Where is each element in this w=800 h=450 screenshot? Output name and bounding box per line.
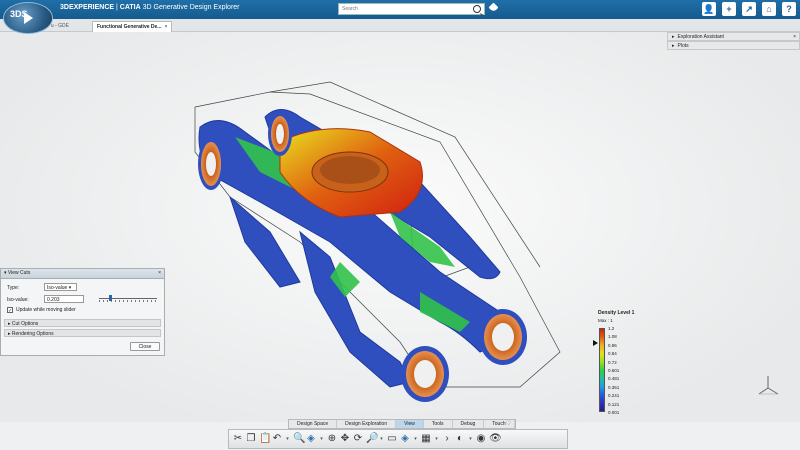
cube-view-icon[interactable]: ◈ bbox=[306, 433, 316, 445]
favorite-icon[interactable]: ♡ bbox=[506, 420, 511, 427]
generative-part-model[interactable] bbox=[0, 32, 800, 422]
dropdown-icon[interactable]: ▾ bbox=[285, 433, 290, 445]
density-color-scale bbox=[599, 328, 605, 412]
home-icon[interactable]: ⌂ bbox=[762, 2, 776, 16]
user-icon[interactable]: 👤 bbox=[702, 2, 716, 16]
legend-label: 0.72 bbox=[608, 359, 617, 365]
legend-label: 0.121 bbox=[608, 401, 620, 407]
type-label: Type: bbox=[7, 285, 20, 291]
dropdown-icon[interactable]: ▾ bbox=[319, 433, 324, 445]
view-cuts-header[interactable]: ▾ View Cuts × bbox=[1, 269, 164, 279]
type-value: Iso-value bbox=[47, 285, 68, 291]
dropdown-icon[interactable]: ▾ bbox=[468, 433, 473, 445]
more-icon[interactable]: › bbox=[442, 433, 452, 445]
zoom-icon[interactable]: 🔍 bbox=[293, 433, 305, 445]
pan-icon[interactable]: ✥ bbox=[340, 433, 350, 445]
cut-icon[interactable]: ✂ bbox=[233, 433, 243, 445]
brand-label: 3DEXPERIENCE bbox=[60, 4, 115, 11]
legend-pointer-icon[interactable] bbox=[593, 340, 598, 346]
undo-icon[interactable]: ↶ bbox=[272, 433, 282, 445]
close-tab-icon[interactable]: × bbox=[164, 24, 167, 30]
compass-button[interactable]: 3DS bbox=[3, 2, 53, 34]
view-cuts-panel: ▾ View Cuts × Type: Iso-value ▾ Iso-valu… bbox=[0, 268, 165, 356]
dropdown-icon[interactable]: ▾ bbox=[379, 433, 384, 445]
chevron-down-icon: ▾ bbox=[68, 285, 72, 291]
panel-label: Plots bbox=[677, 43, 689, 49]
legend-label: 0.84 bbox=[608, 351, 617, 357]
tab-tools[interactable]: Tools bbox=[424, 420, 453, 428]
update-checkbox[interactable]: ✓ bbox=[7, 307, 13, 314]
legend-label: 0.241 bbox=[608, 393, 620, 399]
dropdown-icon[interactable]: ▾ bbox=[434, 433, 439, 445]
legend-label: 0.96 bbox=[608, 342, 617, 348]
slider-ticks bbox=[99, 300, 157, 302]
top-bar: 3DEXPERIENCE | CATIA 3D Generative Desig… bbox=[0, 0, 800, 19]
iso-value-slider[interactable] bbox=[99, 295, 157, 302]
iso-view-icon[interactable]: ◈ bbox=[400, 433, 410, 445]
legend-label: 1.2 bbox=[608, 326, 615, 331]
plots-panel[interactable]: ▸ Plots bbox=[667, 41, 800, 50]
panel-label: Exploration Assistant bbox=[677, 34, 724, 40]
tab-functional-generative-design[interactable]: Functional Generative De... × bbox=[92, 21, 173, 32]
cut-options-section[interactable]: ▸ Cut Options bbox=[4, 319, 161, 327]
tab-design-exploration[interactable]: Design Exploration bbox=[337, 420, 397, 428]
rotate-icon[interactable]: ⟳ bbox=[353, 433, 363, 445]
close-icon[interactable]: × bbox=[158, 269, 161, 278]
view-cuts-title: View Cuts bbox=[7, 270, 31, 276]
iso-value-label: Iso-value: bbox=[7, 297, 29, 303]
search-box[interactable] bbox=[338, 3, 485, 15]
collapse-icon[interactable]: ▾ bbox=[4, 270, 7, 276]
visibility-icon[interactable]: ◉ bbox=[476, 433, 486, 445]
slider-thumb[interactable] bbox=[109, 295, 112, 301]
legend-label: 0.481 bbox=[608, 376, 620, 382]
exploration-assistant-panel[interactable]: ▸ Exploration Assistant × bbox=[667, 32, 800, 41]
render-style-icon[interactable]: ▦ bbox=[421, 433, 431, 445]
axis-triad-icon[interactable] bbox=[756, 372, 786, 402]
search-input[interactable] bbox=[339, 4, 475, 14]
copy-icon[interactable]: ❐ bbox=[246, 433, 256, 445]
search-icon[interactable] bbox=[473, 5, 481, 13]
action-bar-tabs: Design Space Design Exploration View Tools D… bbox=[288, 419, 516, 429]
top-icon-group: 👤 + ↗ ⌂ ? bbox=[702, 2, 796, 16]
paste-icon[interactable]: 📋 bbox=[259, 433, 271, 445]
zoom-area-icon[interactable]: 🔎 bbox=[366, 433, 378, 445]
update-label: Update while moving slider bbox=[16, 307, 76, 313]
legend-max: Max : 1 bbox=[598, 318, 613, 323]
normal-view-icon[interactable]: ▭ bbox=[387, 433, 397, 445]
help-icon[interactable]: ? bbox=[782, 2, 796, 16]
legend-label: 0.361 bbox=[608, 384, 620, 390]
iso-value-input[interactable]: 0.203 bbox=[44, 295, 84, 303]
section-label: Cut Options bbox=[11, 321, 39, 327]
swap-visible-icon[interactable]: 👁 bbox=[489, 433, 502, 445]
hide-show-icon[interactable]: ◐ bbox=[455, 433, 465, 445]
share-icon[interactable]: ↗ bbox=[742, 2, 756, 16]
expand-icon[interactable]: ▸ bbox=[672, 42, 675, 51]
app-name-label: 3D Generative Design Explorer bbox=[140, 4, 240, 11]
expand-icon: ▸ bbox=[8, 321, 11, 327]
rendering-options-section[interactable]: ▸ Rendering Options bbox=[4, 329, 161, 337]
3d-viewport[interactable] bbox=[0, 32, 800, 422]
tab-label: Functional Generative De... bbox=[97, 24, 162, 30]
legend-title: Density Level 1 bbox=[598, 310, 635, 316]
product-label: CATIA bbox=[119, 4, 141, 11]
section-label: Rendering Options bbox=[11, 331, 54, 337]
target-icon[interactable]: ⊕ bbox=[327, 433, 337, 445]
play-icon bbox=[24, 12, 33, 24]
dropdown-icon[interactable]: ▾ bbox=[413, 433, 418, 445]
document-tabs: b l e u - GDE Functional Generative De..… bbox=[0, 19, 800, 32]
tag-icon[interactable] bbox=[488, 2, 499, 13]
close-button[interactable]: Close bbox=[130, 342, 160, 351]
tab-debug[interactable]: Debug bbox=[453, 420, 485, 428]
legend-label: 0.601 bbox=[608, 368, 620, 373]
legend-label: 1.08 bbox=[608, 334, 617, 340]
app-title: 3DEXPERIENCE | CATIA 3D Generative Desig… bbox=[60, 4, 240, 11]
tab-view[interactable]: View bbox=[396, 420, 424, 428]
expand-icon: ▸ bbox=[8, 331, 11, 337]
tab-design-space[interactable]: Design Space bbox=[289, 420, 338, 428]
legend-label: 0.001 bbox=[608, 410, 620, 415]
add-icon[interactable]: + bbox=[722, 2, 736, 16]
action-bar: ✂ ❐ 📋 ↶ ▾ 🔍 ◈ ▾ ⊕ ✥ ⟳ 🔎 ▾ ▭ ◈ ▾ ▦ ▾ › ◐ ▾ ◉ 👁 bbox=[228, 429, 568, 449]
type-select[interactable]: Iso-value ▾ bbox=[44, 283, 77, 291]
